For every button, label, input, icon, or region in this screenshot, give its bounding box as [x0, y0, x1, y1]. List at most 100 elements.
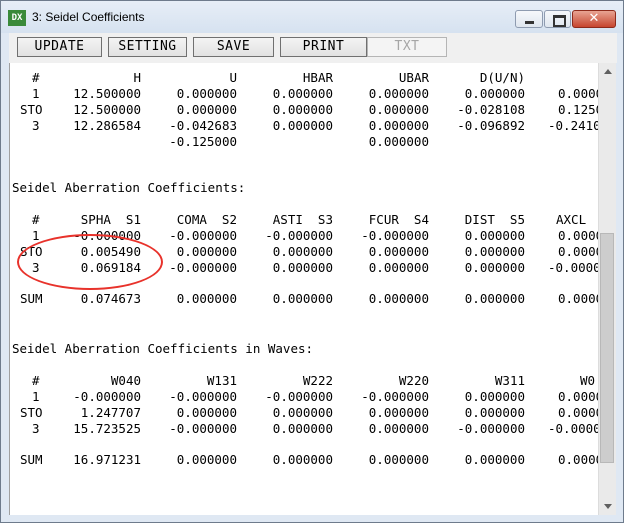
dun-cell: -0.028108	[457, 102, 525, 117]
toolbar: UPDATE SETTING SAVE PRINT TXT	[9, 33, 617, 63]
s3-cell: 0.000000	[272, 260, 333, 275]
w040-cell: 1.247707	[80, 405, 141, 420]
print-button[interactable]: PRINT	[280, 37, 367, 57]
axcl-cell: 0.0000	[558, 291, 599, 306]
w131-cell: 0.000000	[176, 405, 237, 420]
w220-cell: 0.000000	[368, 421, 429, 436]
extra-cell: 0.1250	[558, 102, 599, 117]
col-header: U	[229, 70, 237, 85]
s5-cell: 0.000000	[464, 260, 525, 275]
w040-cell: -0.000000	[73, 389, 141, 404]
w040-cell: 16.971231	[73, 452, 141, 467]
extra-cell: 0.0000	[558, 86, 599, 101]
hbar-cell: 0.000000	[272, 86, 333, 101]
surface-cell: 1	[32, 389, 40, 404]
surface-cell: 3	[32, 421, 40, 436]
col-header: W220	[398, 373, 429, 388]
axcl-cell: 0.0000	[558, 228, 599, 243]
s3-cell: 0.000000	[272, 291, 333, 306]
app-icon: DX	[8, 10, 26, 26]
s4-cell: 0.000000	[368, 244, 429, 259]
title-bar[interactable]: DX 3: Seidel Coefficients ✕	[1, 1, 623, 33]
extra-cell: 0.0000	[558, 389, 599, 404]
sum-label: SUM	[20, 291, 43, 306]
u-cell: 0.000000	[176, 102, 237, 117]
s2-cell: 0.000000	[176, 291, 237, 306]
w040-cell: 15.723525	[73, 421, 141, 436]
minimize-icon	[516, 11, 542, 27]
surface-cell: 3	[32, 118, 40, 133]
ubar-cell: 0.000000	[368, 102, 429, 117]
txt-button[interactable]: TXT	[367, 37, 447, 57]
vertical-scrollbar[interactable]	[598, 63, 616, 515]
sum-label: SUM	[20, 452, 43, 467]
col-header: DIST S5	[464, 212, 525, 227]
w222-cell: 0.000000	[272, 452, 333, 467]
h-cell: 12.500000	[73, 86, 141, 101]
s4-cell: -0.000000	[361, 228, 429, 243]
col-header: D(U/N)	[479, 70, 525, 85]
s5-cell: 0.000000	[464, 244, 525, 259]
col-header: W311	[494, 373, 525, 388]
h-cell: 12.500000	[73, 102, 141, 117]
scrollbar-thumb[interactable]	[600, 233, 614, 463]
w131-cell: -0.000000	[169, 421, 237, 436]
w222-cell: -0.000000	[265, 389, 333, 404]
col-header: SPHA S1	[80, 212, 141, 227]
w311-cell: -0.000000	[457, 421, 525, 436]
close-icon: ✕	[588, 11, 600, 26]
maximize-icon	[545, 11, 570, 27]
ubar-cell: 0.000000	[368, 118, 429, 133]
extra-cell: -0.2410	[548, 118, 599, 133]
section-title: Seidel Aberration Coefficients in Waves:	[12, 341, 314, 356]
update-button[interactable]: UPDATE	[17, 37, 102, 57]
col-header: W0	[580, 373, 596, 388]
section-title: Seidel Aberration Coefficients:	[12, 180, 246, 195]
s3-cell: -0.000000	[265, 228, 333, 243]
w222-cell: 0.000000	[272, 405, 333, 420]
w311-cell: 0.000000	[464, 405, 525, 420]
s2-cell: 0.000000	[176, 244, 237, 259]
surface-cell: STO	[20, 405, 43, 420]
col-header: W222	[302, 373, 333, 388]
col-header: H	[133, 70, 141, 85]
window-title: 3: Seidel Coefficients	[32, 10, 145, 24]
ubar-cell: 0.000000	[368, 134, 429, 149]
col-header: #	[32, 212, 40, 227]
dun-cell: 0.000000	[464, 86, 525, 101]
hbar-cell: 0.000000	[272, 118, 333, 133]
s5-cell: 0.000000	[464, 291, 525, 306]
s4-cell: 0.000000	[368, 291, 429, 306]
surface-cell: STO	[20, 102, 43, 117]
surface-cell: 1	[32, 86, 40, 101]
u-cell: -0.042683	[169, 118, 237, 133]
s5-cell: 0.000000	[464, 228, 525, 243]
col-header: W040	[110, 373, 141, 388]
w222-cell: 0.000000	[272, 421, 333, 436]
scroll-down-arrow-icon[interactable]	[599, 498, 616, 515]
col-header: UBAR	[398, 70, 429, 85]
minimize-button[interactable]	[515, 10, 543, 28]
s3-cell: 0.000000	[272, 244, 333, 259]
w311-cell: 0.000000	[464, 452, 525, 467]
axcl-cell: 0.0000	[558, 244, 599, 259]
col-header: FCUR S4	[368, 212, 429, 227]
col-header: AXCL	[556, 212, 587, 227]
col-header: COMA S2	[176, 212, 237, 227]
h-cell: 12.286584	[73, 118, 141, 133]
close-button[interactable]: ✕	[572, 10, 616, 28]
setting-button[interactable]: SETTING	[108, 37, 187, 57]
scroll-up-arrow-icon[interactable]	[599, 63, 616, 80]
save-button[interactable]: SAVE	[193, 37, 274, 57]
w220-cell: -0.000000	[361, 389, 429, 404]
u-cell: 0.000000	[176, 86, 237, 101]
w131-cell: 0.000000	[176, 452, 237, 467]
s4-cell: 0.000000	[368, 260, 429, 275]
extra-cell: -0.0000	[548, 421, 599, 436]
maximize-button[interactable]	[544, 10, 571, 28]
col-header: #	[32, 373, 40, 388]
w220-cell: 0.000000	[368, 452, 429, 467]
w131-cell: -0.000000	[169, 389, 237, 404]
col-header: HBAR	[302, 70, 333, 85]
w220-cell: 0.000000	[368, 405, 429, 420]
